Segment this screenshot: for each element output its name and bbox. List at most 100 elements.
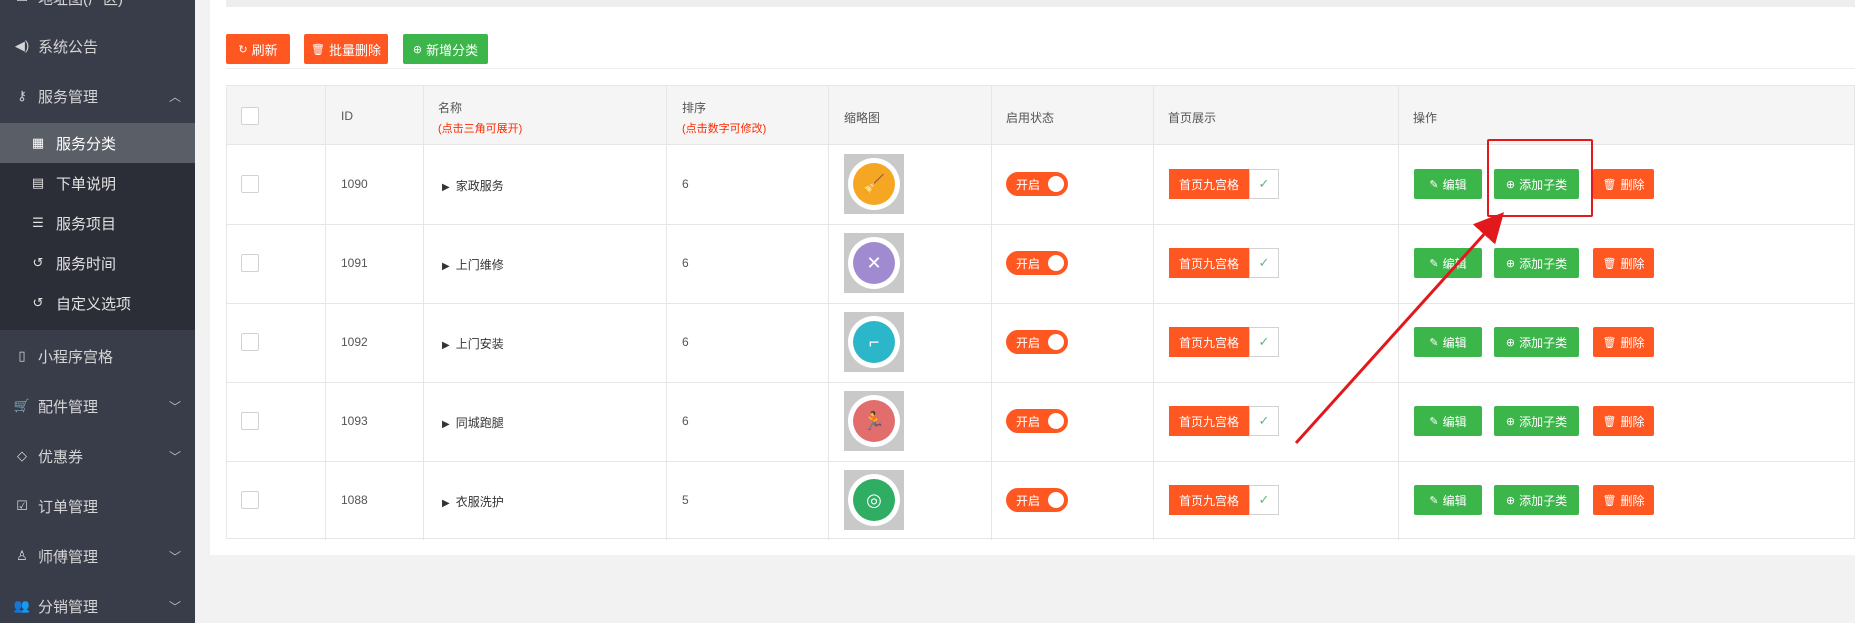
row-sort[interactable]: 5 xyxy=(682,493,689,507)
add-child-button[interactable]: ⊕ 添加子类 xyxy=(1494,327,1579,357)
expand-triangle-icon[interactable]: ▶ xyxy=(442,261,450,272)
row-checkbox[interactable] xyxy=(241,333,259,351)
edit-label: 编辑 xyxy=(1442,493,1467,508)
check-icon[interactable]: ✓ xyxy=(1249,169,1279,199)
row-sort[interactable]: 6 xyxy=(682,414,689,428)
check-icon[interactable]: ✓ xyxy=(1249,327,1279,357)
check-icon[interactable]: ✓ xyxy=(1249,248,1279,278)
add-category-button[interactable]: ⊕ 新增分类 xyxy=(403,34,488,64)
row-checkbox[interactable] xyxy=(241,491,259,509)
edit-button[interactable]: ✎ 编辑 xyxy=(1414,327,1482,357)
row-name[interactable]: ▶ 上门维修 xyxy=(442,256,504,273)
row-id: 1092 xyxy=(341,335,368,349)
sidebar-item-custom-options[interactable]: ↺ 自定义选项 xyxy=(0,283,195,323)
status-toggle-label: 开启 xyxy=(1016,256,1041,271)
refresh-button[interactable]: ↻ 刷新 xyxy=(226,34,290,64)
row-name[interactable]: ▶ 同城跑腿 xyxy=(442,414,504,431)
sidebar-item-mini-program-grid[interactable]: ▯ 小程序宫格 xyxy=(0,331,195,381)
add-child-button[interactable]: ⊕ 添加子类 xyxy=(1494,248,1579,278)
sidebar-item-service-category[interactable]: ▦ 服务分类 xyxy=(0,123,195,163)
row-sort[interactable]: 6 xyxy=(682,335,689,349)
select-all-checkbox[interactable] xyxy=(241,107,259,125)
status-toggle[interactable]: 开启 xyxy=(1006,488,1068,512)
sidebar-item-label: 师傅管理 xyxy=(38,548,99,566)
home-display-label: 首页九宫格 xyxy=(1169,327,1249,357)
sidebar-item-service-time[interactable]: ↺ 服务时间 xyxy=(0,243,195,283)
home-display-tag[interactable]: 首页九宫格 ✓ xyxy=(1169,485,1279,515)
sidebar-item-service-items[interactable]: ☰ 服务项目 xyxy=(0,203,195,243)
edit-icon: ✎ xyxy=(1429,494,1439,507)
row-sort[interactable]: 6 xyxy=(682,177,689,191)
sidebar-item-distribution-management[interactable]: 👥 分销管理 ﹀ xyxy=(0,581,195,623)
row-thumbnail: ⌐ xyxy=(844,312,904,372)
sidebar-item-announcements[interactable]: ◀) 系统公告 xyxy=(0,21,195,71)
row-checkbox[interactable] xyxy=(241,254,259,272)
check-icon[interactable]: ✓ xyxy=(1249,485,1279,515)
row-thumbnail: 🧹 xyxy=(844,154,904,214)
column-header-sort-label: 排序 xyxy=(682,101,707,115)
home-display-label: 首页九宫格 xyxy=(1169,485,1249,515)
add-child-label: 添加子类 xyxy=(1519,414,1568,429)
edit-icon: ✎ xyxy=(1429,178,1439,191)
home-display-tag[interactable]: 首页九宫格 ✓ xyxy=(1169,169,1279,199)
edit-label: 编辑 xyxy=(1442,335,1467,350)
edit-button[interactable]: ✎ 编辑 xyxy=(1414,169,1482,199)
sidebar-item-label: 订单管理 xyxy=(38,498,99,516)
add-child-label: 添加子类 xyxy=(1519,493,1568,508)
expand-triangle-icon[interactable]: ▶ xyxy=(442,340,450,351)
chevron-up-icon: ︿ xyxy=(168,89,181,104)
history-icon: ↺ xyxy=(32,295,44,310)
delete-button[interactable]: 🗑 删除 xyxy=(1593,406,1654,436)
edit-button[interactable]: ✎ 编辑 xyxy=(1414,248,1482,278)
expand-triangle-icon[interactable]: ▶ xyxy=(442,419,450,430)
batch-delete-label: 批量删除 xyxy=(328,42,381,58)
sidebar-item-label: 服务时间 xyxy=(56,255,117,273)
home-display-tag[interactable]: 首页九宫格 ✓ xyxy=(1169,327,1279,357)
delete-button[interactable]: 🗑 删除 xyxy=(1593,327,1654,357)
add-child-button[interactable]: ⊕ 添加子类 xyxy=(1494,485,1579,515)
edit-button[interactable]: ✎ 编辑 xyxy=(1414,485,1482,515)
sidebar-item-label: 优惠券 xyxy=(38,448,84,466)
trash-icon: 🗑 xyxy=(1602,415,1617,428)
home-display-tag[interactable]: 首页九宫格 ✓ xyxy=(1169,248,1279,278)
row-name[interactable]: ▶ 家政服务 xyxy=(442,177,504,194)
sidebar-item-technician-management[interactable]: ♙ 师傅管理 ﹀ xyxy=(0,531,195,581)
column-header-actions: 操作 xyxy=(1413,111,1438,125)
chevron-down-icon: ﹀ xyxy=(168,599,181,614)
row-name-label: 衣服洗护 xyxy=(455,495,504,509)
status-toggle[interactable]: 开启 xyxy=(1006,409,1068,433)
row-name[interactable]: ▶ 上门安装 xyxy=(442,335,504,352)
delete-button[interactable]: 🗑 删除 xyxy=(1593,248,1654,278)
check-icon[interactable]: ✓ xyxy=(1249,406,1279,436)
row-divider xyxy=(227,224,1854,225)
row-checkbox[interactable] xyxy=(241,412,259,430)
sidebar-item-service-management[interactable]: ⚷ 服务管理 ︿ xyxy=(0,71,195,121)
status-toggle[interactable]: 开启 xyxy=(1006,172,1068,196)
status-toggle[interactable]: 开启 xyxy=(1006,330,1068,354)
sidebar-item-order-instructions[interactable]: ▤ 下单说明 xyxy=(0,163,195,203)
map-icon: ▭ xyxy=(14,0,30,6)
sidebar-item-coupons[interactable]: ◇ 优惠券 ﹀ xyxy=(0,431,195,481)
status-toggle[interactable]: 开启 xyxy=(1006,251,1068,275)
sidebar-item-order-management[interactable]: ☑ 订单管理 xyxy=(0,481,195,531)
sidebar-item-parts-management[interactable]: 🛒 配件管理 ﹀ xyxy=(0,381,195,431)
batch-delete-button[interactable]: 🗑 批量删除 xyxy=(304,34,388,64)
home-display-tag[interactable]: 首页九宫格 ✓ xyxy=(1169,406,1279,436)
delete-button[interactable]: 🗑 删除 xyxy=(1593,169,1654,199)
add-child-button[interactable]: ⊕ 添加子类 xyxy=(1494,406,1579,436)
row-name[interactable]: ▶ 衣服洗护 xyxy=(442,493,504,510)
edit-button[interactable]: ✎ 编辑 xyxy=(1414,406,1482,436)
expand-triangle-icon[interactable]: ▶ xyxy=(442,498,450,509)
column-divider xyxy=(1153,86,1154,540)
row-checkbox[interactable] xyxy=(241,175,259,193)
edit-icon: ✎ xyxy=(1429,415,1439,428)
user-icon: ♙ xyxy=(16,548,28,563)
column-header-name-hint: (点击三角可展开) xyxy=(438,123,523,135)
expand-triangle-icon[interactable]: ▶ xyxy=(442,182,450,193)
row-sort[interactable]: 6 xyxy=(682,256,689,270)
sidebar-item-map[interactable]: ▭ 地址图(厂区) xyxy=(0,0,195,23)
add-child-label: 添加子类 xyxy=(1519,335,1568,350)
status-toggle-label: 开启 xyxy=(1016,335,1041,350)
delete-button[interactable]: 🗑 删除 xyxy=(1593,485,1654,515)
sidebar-item-label: 服务分类 xyxy=(56,135,117,153)
